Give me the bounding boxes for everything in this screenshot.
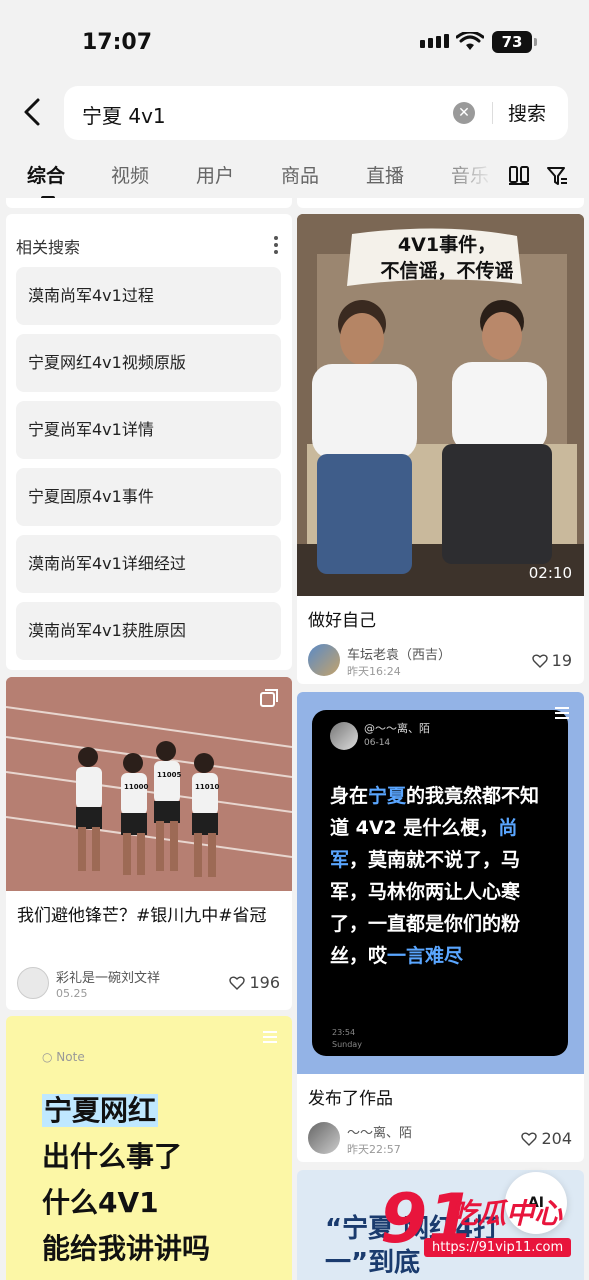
note-text: 宁夏网红 出什么事了 什么4V1 能给我讲讲吗: [42, 1094, 211, 1265]
multi-image-icon: [260, 689, 278, 707]
card-image[interactable]: 11000 11005 11010: [6, 677, 292, 891]
text-post-icon: [555, 707, 569, 719]
avatar[interactable]: [308, 1122, 340, 1154]
watermark-url: https://91vip11.com: [424, 1238, 572, 1257]
divider: [492, 102, 493, 124]
more-icon[interactable]: [274, 236, 278, 254]
watermark: 91 吃瓜中心 https://91vip11.com: [380, 1180, 580, 1266]
bib-number: 11005: [157, 771, 182, 779]
avatar: [330, 722, 358, 750]
related-search-item[interactable]: 漠南尚军4v1过程: [16, 267, 281, 325]
avatar[interactable]: [308, 644, 340, 676]
author-name[interactable]: ～～离、陌: [347, 1122, 412, 1141]
related-search-item[interactable]: 漠南尚军4v1详细经过: [16, 535, 281, 593]
author-name[interactable]: 车坛老袁（西吉）: [347, 644, 451, 663]
search-button[interactable]: 搜索: [508, 99, 546, 126]
image-card[interactable]: @～～离、陌 06-14 身在宁夏的我竟然都不知道 4V2 是什么梗，尚军，莫南…: [297, 692, 584, 1162]
related-search-item[interactable]: 宁夏固原4v1事件: [16, 468, 281, 526]
video-thumbnail[interactable]: 4V1事件， 不信谣，不传谣 02:10: [297, 214, 584, 596]
like-count: 204: [541, 1129, 572, 1148]
image-card[interactable]: 11000 11005 11010 我们避他锋芒？#银川九中#省冠 彩礼是一碗刘…: [6, 677, 292, 1010]
text-post-icon: [263, 1031, 277, 1043]
tab-video[interactable]: 视频: [111, 161, 149, 188]
tab-users[interactable]: 用户: [196, 161, 234, 188]
search-input[interactable]: 宁夏 4v1 ✕ 搜索: [64, 86, 568, 140]
heart-icon: [521, 1132, 538, 1146]
status-bar: 17:07 73: [0, 0, 589, 80]
back-arrow-icon[interactable]: [16, 92, 50, 132]
related-search-item[interactable]: 漠南尚军4v1获胜原因: [16, 602, 281, 660]
card-caption: 我们避他锋芒？#银川九中#省冠: [17, 906, 267, 926]
note-label: ○ Note: [42, 1050, 85, 1064]
clear-icon[interactable]: ✕: [453, 102, 475, 124]
author-name[interactable]: 彩礼是一碗刘文祥: [56, 967, 160, 986]
wifi-icon: [456, 32, 484, 50]
like-count: 196: [249, 973, 280, 992]
related-search-item[interactable]: 宁夏尚军4v1详情: [16, 401, 281, 459]
heart-icon: [229, 976, 246, 990]
previous-card-edge: [297, 198, 584, 208]
layout-toggle-icon[interactable]: [508, 164, 530, 186]
athletes-photo-illustration: [6, 677, 292, 891]
post-date: 昨天16:24: [347, 665, 401, 678]
card-image[interactable]: @～～离、陌 06-14 身在宁夏的我竟然都不知道 4V2 是什么梗，尚军，莫南…: [297, 692, 584, 1074]
related-search-item[interactable]: 宁夏网红4v1视频原版: [16, 334, 281, 392]
battery-indicator: 73: [492, 31, 537, 53]
bib-number: 11000: [124, 783, 149, 791]
like-button[interactable]: 196: [229, 973, 280, 992]
heart-icon: [531, 654, 548, 668]
like-button[interactable]: 204: [521, 1129, 572, 1148]
watermark-text: 吃瓜中心: [450, 1197, 563, 1230]
tab-comprehensive[interactable]: 综合: [27, 161, 65, 188]
post-time: 23:54: [332, 1028, 356, 1037]
phone-screenshot: @～～离、陌 06-14 身在宁夏的我竟然都不知道 4V2 是什么梗，尚军，莫南…: [312, 710, 568, 1056]
tab-products[interactable]: 商品: [281, 161, 319, 188]
post-day: Sunday: [332, 1040, 362, 1049]
overlay-text: 4V1事件，: [397, 234, 497, 256]
avatar[interactable]: [17, 967, 49, 999]
post-date: 昨天22:57: [347, 1143, 401, 1156]
post-text: 身在宁夏的我竟然都不知道 4V2 是什么梗，尚军，莫南就不说了，马军，马林你两让…: [330, 785, 540, 967]
post-date: 05.25: [56, 987, 88, 1000]
search-query[interactable]: 宁夏 4v1: [82, 100, 166, 129]
related-searches-card: 相关搜索 漠南尚军4v1过程 宁夏网红4v1视频原版 宁夏尚军4v1详情 宁夏固…: [6, 214, 292, 670]
bib-number: 11010: [195, 783, 220, 791]
like-button[interactable]: 19: [531, 651, 572, 670]
previous-card-edge: [6, 198, 292, 208]
post-date: 06-14: [364, 738, 391, 748]
note-card[interactable]: ○ Note 宁夏网红 出什么事了 什么4V1 能给我讲讲吗: [6, 1016, 292, 1280]
overlay-text: 不信谣，不传谣: [380, 260, 514, 282]
card-caption: 发布了作品: [308, 1089, 393, 1109]
filter-icon[interactable]: [545, 164, 569, 188]
tab-fade: [440, 156, 500, 196]
post-user: @～～离、陌: [364, 722, 430, 735]
cellular-signal-icon: [420, 34, 449, 48]
card-caption: 做好自己: [308, 611, 376, 631]
related-searches-title: 相关搜索: [16, 238, 81, 257]
clock: 17:07: [82, 30, 153, 55]
video-duration: 02:10: [528, 564, 572, 582]
tab-live[interactable]: 直播: [366, 161, 404, 188]
like-count: 19: [551, 651, 572, 670]
tab-bar: 综合 视频 用户 商品 直播 音乐: [0, 156, 589, 200]
video-card[interactable]: 4V1事件， 不信谣，不传谣 02:10 做好自己 车坛老袁（西吉） 昨天16:…: [297, 214, 584, 684]
